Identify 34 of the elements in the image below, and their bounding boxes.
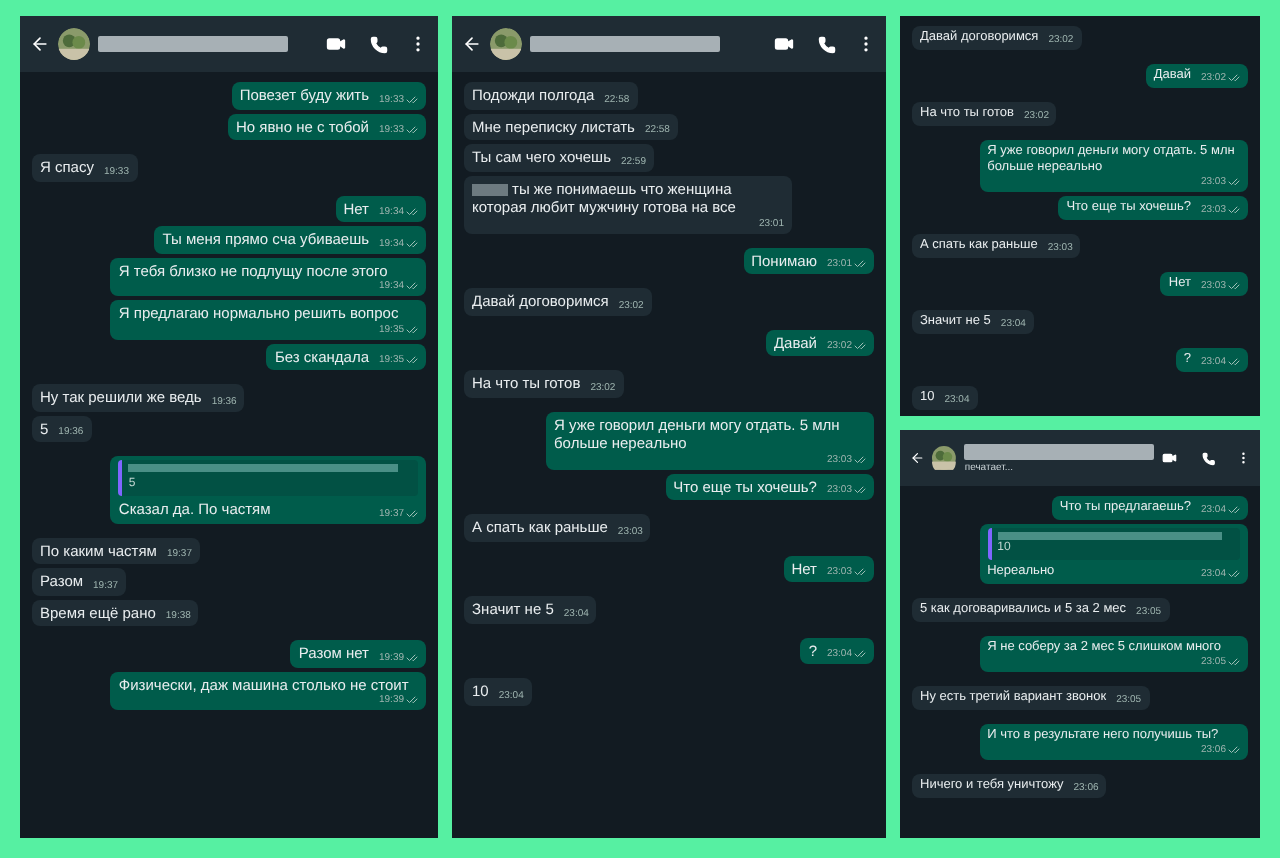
double-check-icon [406,237,419,249]
video-call-icon[interactable] [774,34,794,54]
double-check-icon [1228,656,1240,668]
double-check-icon [854,484,866,496]
double-check-icon [406,651,419,663]
double-check-icon [406,354,419,366]
phone-icon[interactable] [818,35,836,53]
double-check-icon [1228,356,1240,368]
double-check-icon [406,323,419,335]
double-check-icon [854,453,866,465]
double-check-icon [854,340,866,352]
double-check-icon [406,694,419,706]
double-check-icon [406,124,419,136]
double-check-icon [1228,504,1240,516]
double-check-icon [1228,204,1240,216]
double-check-icon [406,206,419,218]
back-icon[interactable] [30,34,50,54]
double-check-icon [1228,744,1240,756]
double-check-icon [854,566,866,578]
double-check-icon [1228,568,1240,580]
double-check-icon [1228,176,1240,188]
phone-icon[interactable] [370,35,389,53]
back-icon[interactable] [462,34,483,54]
double-check-icon [854,258,866,270]
video-call-icon[interactable] [1162,448,1178,468]
double-check-icon [1228,280,1240,292]
double-check-icon [854,648,866,660]
phone-icon[interactable] [1201,449,1216,467]
double-check-icon [406,280,419,292]
video-call-icon[interactable] [326,34,347,54]
double-check-icon [1228,72,1240,84]
back-icon[interactable] [910,448,925,468]
double-check-icon [406,507,419,519]
double-check-icon [406,93,419,105]
